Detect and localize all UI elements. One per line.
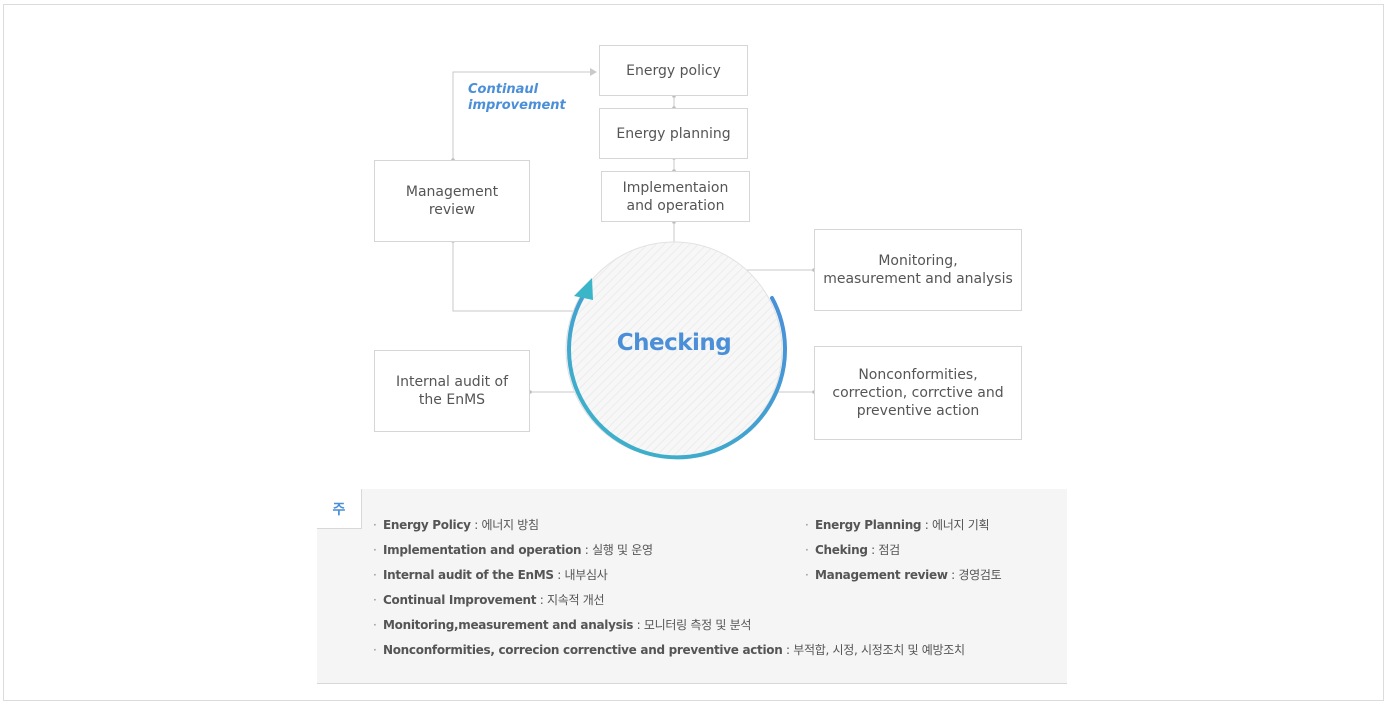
bullet-icon: · <box>373 618 377 632</box>
bullet-icon: · <box>373 643 377 657</box>
legend-separator: : <box>470 518 482 532</box>
energy-planning-label: Energy planning <box>616 125 731 142</box>
legend-description: 실행 및 운영 <box>592 543 653 557</box>
legend-panel: 주 · Energy Policy : 에너지 방침 · Implementation… <box>317 489 1067 684</box>
bullet-icon: · <box>805 543 809 557</box>
cycle-arrow-arc <box>567 296 787 460</box>
legend-term: Internal audit of the EnMS <box>383 568 554 582</box>
legend-term: Continual Improvement <box>383 593 537 607</box>
implementation-box: Implementaion and operation <box>601 171 750 222</box>
legend-item: · Cheking : 점검 <box>805 541 1001 566</box>
legend-term: Energy Planning <box>815 518 922 532</box>
bullet-icon: · <box>805 518 809 532</box>
legend-separator: : <box>553 568 565 582</box>
legend-term: Monitoring,measurement and analysis <box>383 618 634 632</box>
nonconformities-label: Nonconformities, correction, corrctive a… <box>832 367 1004 419</box>
legend-description: 내부심사 <box>564 568 608 582</box>
energy-policy-box: Energy policy <box>599 45 748 96</box>
legend-separator: : <box>867 543 879 557</box>
bullet-icon: · <box>373 593 377 607</box>
legend-description: 부적합, 시정, 시정조치 및 예방조치 <box>793 643 965 657</box>
nonconformities-box: Nonconformities, correction, corrctive a… <box>814 346 1022 440</box>
legend-separator: : <box>633 618 644 632</box>
legend-item: · Nonconformities, correcion correnctive … <box>373 641 965 666</box>
legend-column-right: · Energy Planning : 에너지 기획 · Cheking : 점검 · M… <box>805 516 1002 591</box>
internal-audit-label: Internal audit of the EnMS <box>395 374 509 408</box>
bullet-icon: · <box>805 568 809 582</box>
legend-separator: : <box>536 593 548 607</box>
legend-separator: : <box>921 518 933 532</box>
checking-label: Checking <box>616 330 732 356</box>
legend-item: · Energy Planning : 에너지 기획 <box>805 516 1001 541</box>
monitoring-box: Monitoring, measurement and analysis <box>814 229 1022 311</box>
legend-term: Nonconformities, correcion correnctive a… <box>383 643 783 657</box>
management-review-box: Management review <box>374 160 530 242</box>
legend-description: 지속적 개선 <box>547 593 605 607</box>
monitoring-label: Monitoring, measurement and analysis <box>823 253 1013 287</box>
legend-term: Management review <box>815 568 948 582</box>
legend-item: · Continual Improvement : 지속적 개선 <box>373 591 965 616</box>
internal-audit-box: Internal audit of the EnMS <box>374 350 530 432</box>
legend-description: 모니터링 측정 및 분석 <box>643 618 752 632</box>
continual-improvement-caption: Continaul improvement <box>468 82 566 113</box>
legend-description: 경영검토 <box>958 568 1002 582</box>
legend-separator: : <box>947 568 959 582</box>
management-review-label: Management review <box>405 184 499 218</box>
legend-term: Energy Policy <box>383 518 471 532</box>
legend-term: Cheking <box>815 543 868 557</box>
legend-item: · Monitoring,measurement and analysis : 모… <box>373 616 965 641</box>
legend-term: Implementation and operation <box>383 543 582 557</box>
legend-separator: : <box>581 543 593 557</box>
bullet-icon: · <box>373 568 377 582</box>
legend-description: 에너지 기획 <box>932 518 990 532</box>
legend-separator: : <box>782 643 794 657</box>
legend-description: 에너지 방침 <box>481 518 539 532</box>
bullet-icon: · <box>373 518 377 532</box>
legend-item: · Management review : 경영검토 <box>805 566 1002 591</box>
implementation-label: Implementaion and operation <box>622 179 729 214</box>
energy-policy-label: Energy policy <box>626 62 721 79</box>
cycle-arrowhead <box>574 278 593 300</box>
bullet-icon: · <box>373 543 377 557</box>
energy-planning-box: Energy planning <box>599 108 748 159</box>
legend-tag: 주 <box>317 489 362 529</box>
legend-description: 점검 <box>878 543 900 557</box>
